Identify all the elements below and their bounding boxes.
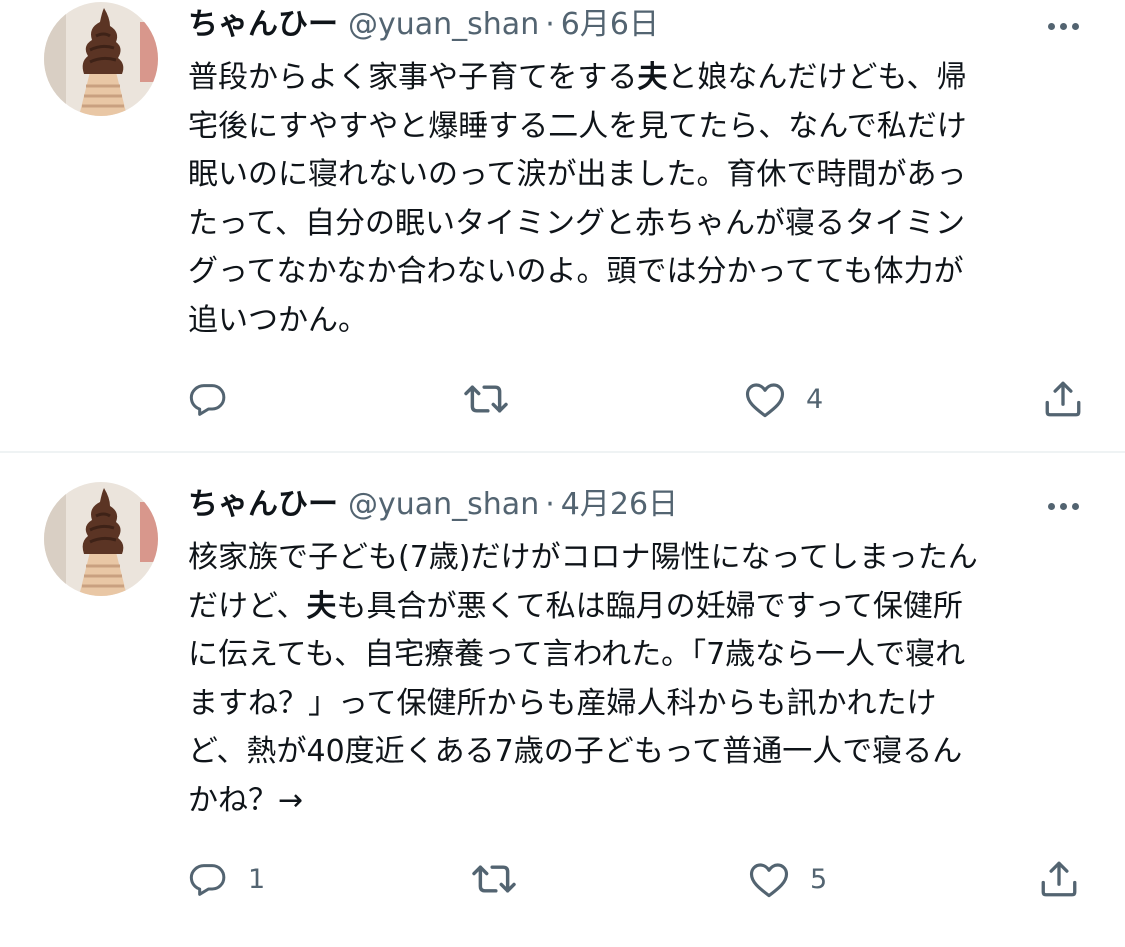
share-button[interactable] [1042, 374, 1084, 424]
reply-icon [189, 384, 226, 416]
tweet-text-line: ますね？」って保健所からも産婦人科からも訊かれたけ [188, 685, 937, 721]
separator-dot: · [545, 7, 555, 42]
like-count: 5 [810, 863, 828, 895]
tweet-date[interactable]: 4月26日 [561, 487, 678, 522]
tweet-header: ちゃんひー @yuan_shan · 4月26日 [188, 480, 678, 530]
share-button[interactable] [1038, 854, 1080, 904]
more-icon[interactable] [1041, 484, 1085, 528]
tweet-text: 核家族で子ども(7歳)だけがコロナ陽性になってしまったん だけど、夫も具合が悪く… [188, 534, 1088, 825]
avatar[interactable] [44, 2, 158, 116]
text-segment: も具合が悪くて私は臨月の妊婦ですって保健所 [336, 588, 963, 624]
tweet-header: ちゃんひー @yuan_shan · 6月6日 [188, 0, 659, 50]
retweet-button[interactable] [472, 854, 536, 904]
tweet-text-line: に伝えても、自宅療養って言われた。「7歳なら一人で寝れ [188, 637, 966, 672]
tweet-text-line: 眠いのに寝れないのって涙が出ました。育休で時間があっ [188, 157, 967, 192]
reply-icon [189, 864, 226, 896]
tweet[interactable]: ちゃんひー @yuan_shan · 4月26日 核家族で子ども(7歳)だけがコロナ陽… [0, 454, 1125, 947]
retweet-button[interactable] [464, 374, 528, 424]
display-name[interactable]: ちゃんひー [188, 487, 338, 522]
tweet-text: 普段からよく家事や子育てをする夫と娘なんだけども、帰 宅後にすやすやと爆睡する二… [188, 54, 1088, 345]
action-bar: 4 [186, 374, 1086, 424]
tweet-text-line: 核家族で子ども(7歳)だけがコロナ陽性になってしまったん [188, 540, 978, 575]
highlighted-word: 夫 [637, 60, 668, 95]
tweet-text-line: グってなかなか合わないのよ。頭では分かってても体力が [188, 254, 964, 289]
tweet-divider [0, 451, 1125, 453]
like-count: 4 [806, 383, 824, 415]
tweet-date[interactable]: 6月6日 [561, 7, 659, 42]
text-segment: と娘なんだけども、帰 [667, 60, 967, 95]
reply-button[interactable]: 1 [188, 854, 265, 904]
separator-dot: · [545, 487, 555, 522]
highlighted-word: 夫 [306, 588, 337, 624]
retweet-icon [464, 385, 508, 413]
share-icon [1041, 861, 1077, 897]
tweet-text-line: ど、熱が40度近くある7歳の子どもって普通一人で寝るん [188, 734, 963, 769]
heart-icon [745, 383, 785, 418]
text-segment: 普段からよく家事や子育てをする [188, 60, 638, 95]
reply-count: 1 [248, 863, 266, 895]
tweet-text-line: 普段からよく家事や子育てをする夫と娘なんだけども、帰 [188, 54, 1088, 103]
heart-icon [749, 863, 789, 898]
like-button[interactable]: 5 [748, 854, 827, 904]
user-handle[interactable]: @yuan_shan [348, 7, 539, 42]
text-segment: だけど、 [188, 588, 307, 624]
retweet-icon [472, 865, 516, 893]
more-icon[interactable] [1041, 4, 1085, 48]
tweet[interactable]: ちゃんひー @yuan_shan · 6月6日 普段からよく家事や子育てをする夫と娘な… [0, 0, 1125, 452]
reply-button[interactable] [188, 374, 248, 424]
tweet-text-line: 宅後にすやすやと爆睡する二人を見てたら、なんで私だけ [188, 108, 967, 144]
share-icon [1045, 381, 1081, 417]
like-button[interactable]: 4 [744, 374, 823, 424]
tweet-text-line: かね？→ [188, 782, 304, 818]
display-name[interactable]: ちゃんひー [188, 7, 338, 42]
action-bar: 1 5 [186, 854, 1086, 904]
avatar[interactable] [44, 482, 158, 596]
tweet-text-line: だけど、夫も具合が悪くて私は臨月の妊婦ですって保健所 [188, 583, 1088, 632]
tweet-text-line: 追いつかん。 [188, 302, 368, 338]
tweet-text-line: たって、自分の眠いタイミングと赤ちゃんが寝るタイミン [188, 205, 965, 241]
user-handle[interactable]: @yuan_shan [348, 487, 539, 522]
